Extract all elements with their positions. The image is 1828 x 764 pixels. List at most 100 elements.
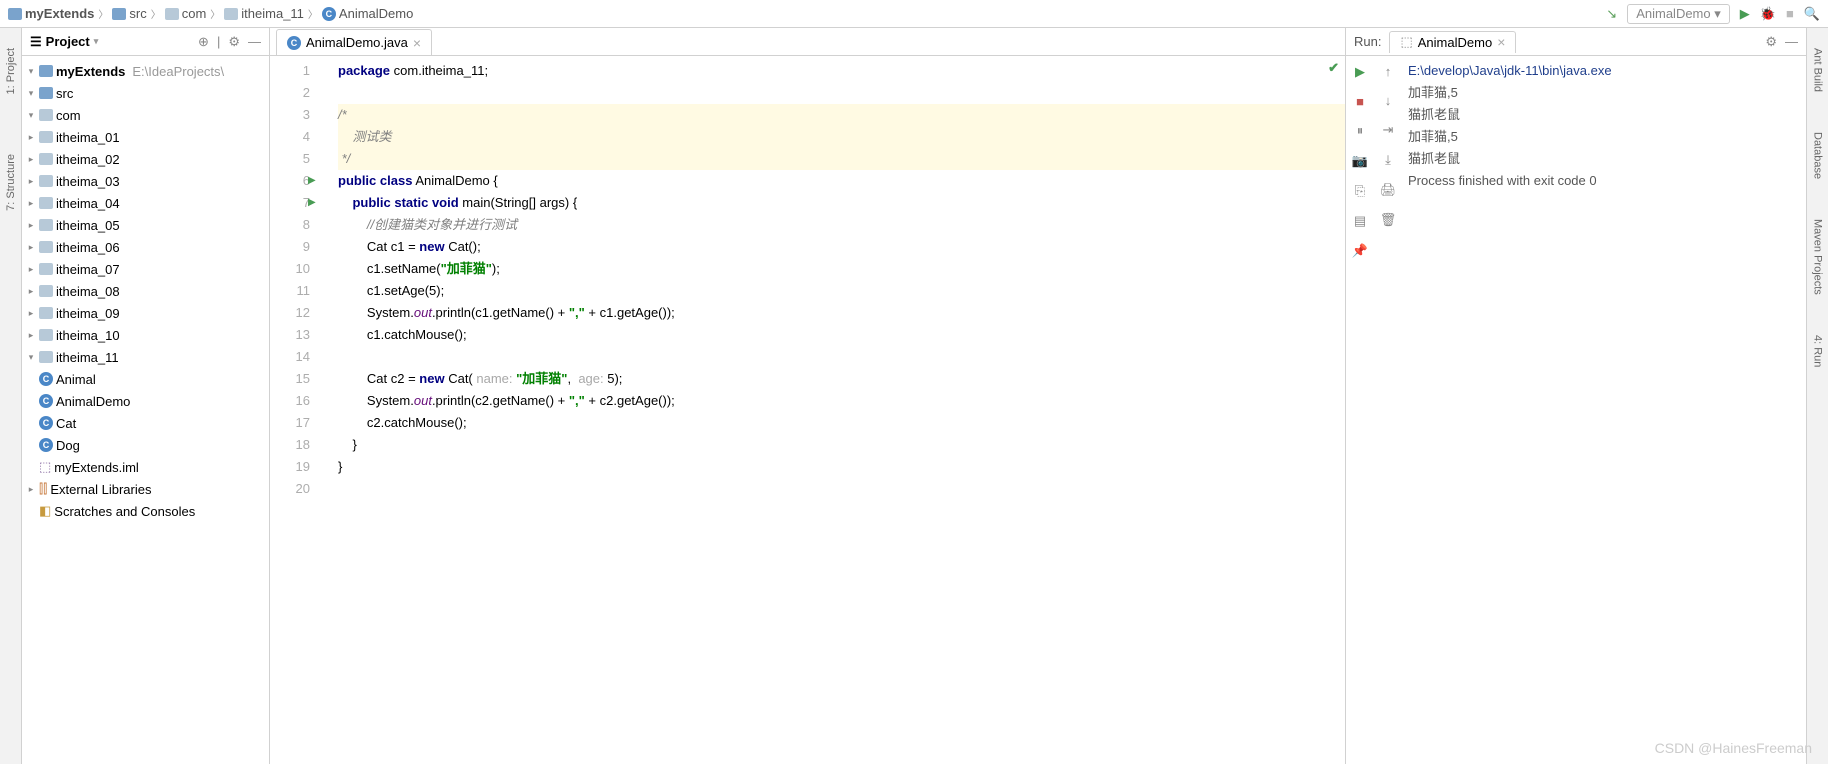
tree-package[interactable]: ▾itheima_11 (22, 346, 269, 368)
scope-icon[interactable]: ⊕ (198, 34, 209, 50)
tree-package[interactable]: ▸itheima_03 (22, 170, 269, 192)
tree-package[interactable]: ▸itheima_10 (22, 324, 269, 346)
folder-icon (39, 285, 53, 297)
folder-icon (39, 175, 53, 187)
left-tool-rail: 1: Project 7: Structure (0, 28, 22, 764)
pause-icon[interactable]: ⏸ (1357, 123, 1364, 139)
class-icon: C (39, 438, 53, 452)
folder-icon (39, 65, 53, 77)
folder-icon (39, 263, 53, 275)
rail-ant[interactable]: Ant Build (1812, 48, 1824, 92)
rerun-icon[interactable]: ▶ (1355, 64, 1365, 80)
folder-icon (39, 197, 53, 209)
editor-tab[interactable]: CAnimalDemo.java× (276, 29, 432, 55)
run-config-select[interactable]: AnimalDemo ▾ (1627, 4, 1730, 24)
chevron-right-icon: 〉 (308, 6, 318, 21)
layout-icon[interactable]: ▤ (1354, 213, 1366, 229)
tree-root[interactable]: ▾myExtendsE:\IdeaProjects\ (22, 60, 269, 82)
run-console[interactable]: E:\develop\Java\jdk-11\bin\java.exe 加菲猫,… (1402, 56, 1806, 764)
hide-icon[interactable]: — (248, 34, 261, 50)
class-icon: C (322, 7, 336, 21)
print-icon[interactable]: 🖨 (1380, 182, 1397, 198)
stop-icon[interactable]: ■ (1786, 6, 1794, 21)
pin-icon[interactable]: 📌 (1352, 243, 1368, 259)
folder-icon (8, 8, 22, 20)
folder-icon (39, 153, 53, 165)
rail-structure[interactable]: 7: Structure (5, 154, 17, 211)
right-tool-rail: Ant Build Database Maven Projects 4: Run (1806, 28, 1828, 764)
run-tab[interactable]: ⬚AnimalDemo× (1389, 31, 1516, 53)
folder-icon (39, 351, 53, 363)
breadcrumb-item[interactable]: src (112, 6, 146, 21)
tree-package[interactable]: ▸itheima_01 (22, 126, 269, 148)
tree-package[interactable]: ▸itheima_04 (22, 192, 269, 214)
breadcrumb-item[interactable]: com (165, 6, 207, 21)
run-toolbar-right: ↑ ↓ ⇥ ⤓ 🖨 🗑 (1374, 56, 1402, 764)
gear-icon[interactable]: ⚙ (228, 34, 240, 50)
run-toolbar-left: ▶ ■ ⏸ 📷 ⎘ ▤ 📌 (1346, 56, 1374, 764)
rail-database[interactable]: Database (1812, 132, 1824, 179)
rail-maven[interactable]: Maven Projects (1812, 219, 1824, 295)
project-panel-title[interactable]: ☰ Project ▾ (30, 34, 98, 50)
debug-icon[interactable]: 🐞 (1760, 6, 1776, 22)
divider-icon: | (217, 34, 220, 50)
gear-icon[interactable]: ⚙ (1765, 34, 1777, 50)
project-panel: ☰ Project ▾ ⊕ | ⚙ — ▾myExtendsE:\IdeaPro… (22, 28, 270, 764)
project-tree[interactable]: ▾myExtendsE:\IdeaProjects\ ▾src ▾com ▸it… (22, 56, 269, 764)
tree-package[interactable]: ▸itheima_05 (22, 214, 269, 236)
folder-icon (39, 109, 53, 121)
code-area[interactable]: ✔ package com.itheima_11; /* 测试类 */ publ… (320, 56, 1345, 764)
tree-com[interactable]: ▾com (22, 104, 269, 126)
folder-icon (165, 8, 179, 20)
folder-icon (39, 131, 53, 143)
run-label: Run: (1354, 34, 1381, 49)
tree-class[interactable]: CAnimal (22, 368, 269, 390)
folder-icon (39, 307, 53, 319)
tree-package[interactable]: ▸itheima_08 (22, 280, 269, 302)
folder-icon (39, 329, 53, 341)
stop-icon[interactable]: ■ (1356, 94, 1364, 109)
breadcrumb-item[interactable]: CAnimalDemo (322, 6, 413, 21)
wrap-icon[interactable]: ⇥ (1383, 122, 1394, 138)
tree-package[interactable]: ▸itheima_06 (22, 236, 269, 258)
hide-icon[interactable]: — (1785, 34, 1798, 50)
camera-icon[interactable]: 📷 (1352, 153, 1368, 169)
down-icon[interactable]: ↓ (1385, 93, 1392, 108)
search-icon[interactable]: 🔍 (1804, 6, 1820, 22)
up-icon[interactable]: ↑ (1385, 64, 1392, 79)
run-panel: Run: ⬚AnimalDemo× ⚙ — ▶ ■ ⏸ 📷 ⎘ ▤ 📌 ↑ ↓ … (1346, 28, 1806, 764)
class-icon: C (39, 394, 53, 408)
run-header: Run: ⬚AnimalDemo× ⚙ — (1346, 28, 1806, 56)
close-icon[interactable]: × (413, 35, 421, 51)
tree-package[interactable]: ▸itheima_09 (22, 302, 269, 324)
chevron-right-icon: 〉 (98, 6, 108, 21)
tree-iml[interactable]: ⬚myExtends.iml (22, 456, 269, 478)
tree-ext-libs[interactable]: ▸⫿⫿External Libraries (22, 478, 269, 500)
rail-run[interactable]: 4: Run (1812, 335, 1824, 367)
scroll-icon[interactable]: ⤓ (1385, 152, 1391, 168)
run-icon[interactable]: ▶ (1740, 6, 1750, 22)
exit-icon[interactable]: ⎘ (1355, 183, 1365, 199)
folder-icon (39, 219, 53, 231)
folder-icon (112, 8, 126, 20)
build-icon[interactable]: ↘ (1606, 6, 1617, 22)
rail-project[interactable]: 1: Project (5, 48, 17, 94)
folder-icon (39, 87, 53, 99)
project-panel-header: ☰ Project ▾ ⊕ | ⚙ — (22, 28, 269, 56)
line-gutter: 1234567891011121314151617181920 (270, 56, 320, 764)
tree-scratches[interactable]: ◧Scratches and Consoles (22, 500, 269, 522)
tree-class[interactable]: CAnimalDemo (22, 390, 269, 412)
close-icon[interactable]: × (1497, 34, 1505, 50)
tree-class[interactable]: CDog (22, 434, 269, 456)
tree-src[interactable]: ▾src (22, 82, 269, 104)
trash-icon[interactable]: 🗑 (1380, 212, 1397, 228)
tree-class[interactable]: CCat (22, 412, 269, 434)
editor-tab-bar: CAnimalDemo.java× (270, 28, 1345, 56)
tree-package[interactable]: ▸itheima_07 (22, 258, 269, 280)
editor[interactable]: 1234567891011121314151617181920 ✔ packag… (270, 56, 1345, 764)
breadcrumb-item[interactable]: itheima_11 (224, 6, 304, 21)
class-icon: C (287, 36, 301, 50)
chevron-right-icon: 〉 (210, 6, 220, 21)
breadcrumb-item[interactable]: myExtends (8, 6, 94, 21)
tree-package[interactable]: ▸itheima_02 (22, 148, 269, 170)
